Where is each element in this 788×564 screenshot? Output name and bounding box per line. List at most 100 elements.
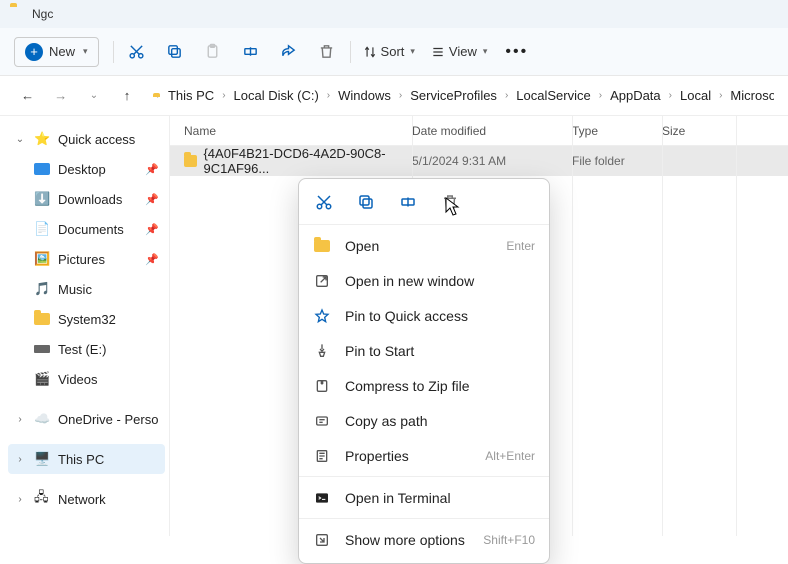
crumb[interactable]: ServiceProfiles <box>406 85 501 106</box>
address-bar[interactable]: › This PC› Local Disk (C:)› Windows› Ser… <box>153 85 774 106</box>
rename-button[interactable] <box>232 34 270 70</box>
nav-row: ← → ⌄ ↑ › This PC› Local Disk (C:)› Wind… <box>0 76 788 116</box>
new-label: New <box>49 44 75 59</box>
pin-icon: 📌 <box>145 193 159 206</box>
plus-icon: + <box>25 43 43 61</box>
sidebar-item-test-drive[interactable]: Test (E:) <box>8 334 165 364</box>
new-button[interactable]: + New ▾ <box>14 37 99 67</box>
sidebar-item-music[interactable]: 🎵Music <box>8 274 165 304</box>
documents-icon: 📄 <box>34 221 50 237</box>
sidebar: ⌄ ⭐ Quick access Desktop📌 ⬇️Downloads📌 📄… <box>0 116 170 536</box>
delete-icon[interactable] <box>439 191 461 213</box>
ctx-open-new-window[interactable]: Open in new window <box>299 263 549 298</box>
crumb[interactable]: AppData <box>606 85 665 106</box>
terminal-icon <box>313 489 331 507</box>
copy-button[interactable] <box>156 34 194 70</box>
chevron-down-icon: ▾ <box>410 46 415 57</box>
crumb[interactable]: Microsoft <box>726 85 774 106</box>
crumb[interactable]: LocalService <box>512 85 594 106</box>
chevron-right-icon[interactable]: › <box>14 494 26 505</box>
copy-icon[interactable] <box>355 191 377 213</box>
chevron-right-icon[interactable]: › <box>14 454 26 465</box>
sort-icon <box>363 45 377 59</box>
context-menu: OpenEnter Open in new window Pin to Quic… <box>298 178 550 564</box>
external-icon <box>313 272 331 290</box>
path-icon <box>313 412 331 430</box>
toolbar: + New ▾ Sort ▾ View ▾ ••• <box>0 28 788 76</box>
view-icon <box>431 45 445 59</box>
crumb[interactable]: Local Disk (C:) <box>230 85 323 106</box>
sidebar-item-this-pc[interactable]: ›🖥️This PC <box>8 444 165 474</box>
view-button[interactable]: View ▾ <box>423 44 495 59</box>
pc-icon: 🖥️ <box>34 451 50 467</box>
sidebar-item-onedrive[interactable]: ›☁️OneDrive - Personal <box>8 404 165 434</box>
ctx-show-more[interactable]: Show more optionsShift+F10 <box>299 522 549 557</box>
sidebar-item-quick-access[interactable]: ⌄ ⭐ Quick access <box>8 124 165 154</box>
rename-icon[interactable] <box>397 191 419 213</box>
ctx-pin-quick-access[interactable]: Pin to Quick access <box>299 298 549 333</box>
cloud-icon: ☁️ <box>34 411 50 427</box>
col-name[interactable]: Name <box>184 124 412 138</box>
cut-button[interactable] <box>118 34 156 70</box>
desktop-icon <box>34 163 50 175</box>
folder-icon <box>184 155 197 167</box>
ctx-properties[interactable]: PropertiesAlt+Enter <box>299 438 549 473</box>
sidebar-item-documents[interactable]: 📄Documents📌 <box>8 214 165 244</box>
sidebar-item-network[interactable]: ›🖧Network <box>8 484 165 514</box>
sidebar-item-system32[interactable]: System32 <box>8 304 165 334</box>
properties-icon <box>313 447 331 465</box>
ctx-copy-path[interactable]: Copy as path <box>299 403 549 438</box>
recent-chevron-icon[interactable]: ⌄ <box>80 81 107 111</box>
sidebar-item-desktop[interactable]: Desktop📌 <box>8 154 165 184</box>
file-type: File folder <box>572 154 662 168</box>
videos-icon: 🎬 <box>34 371 50 387</box>
chevron-down-icon: ▾ <box>83 46 88 57</box>
network-icon: 🖧 <box>34 491 50 507</box>
music-icon: 🎵 <box>34 281 50 297</box>
ctx-open[interactable]: OpenEnter <box>299 228 549 263</box>
col-size[interactable]: Size <box>662 124 722 138</box>
chevron-down-icon: ▾ <box>483 46 488 57</box>
ctx-open-terminal[interactable]: Open in Terminal <box>299 480 549 515</box>
pin-icon: 📌 <box>145 223 159 236</box>
sidebar-item-pictures[interactable]: 🖼️Pictures📌 <box>8 244 165 274</box>
pin-icon: 📌 <box>145 253 159 266</box>
folder-icon <box>34 311 50 327</box>
file-row[interactable]: {4A0F4B21-DCD6-4A2D-90C8-9C1AF96... 5/1/… <box>170 146 788 176</box>
chevron-right-icon[interactable]: › <box>14 414 26 425</box>
ctx-compress-zip[interactable]: Compress to Zip file <box>299 368 549 403</box>
sort-button[interactable]: Sort ▾ <box>355 44 423 59</box>
file-name: {4A0F4B21-DCD6-4A2D-90C8-9C1AF96... <box>203 146 412 176</box>
titlebar: Ngc <box>0 0 788 28</box>
crumb[interactable]: Windows <box>334 85 395 106</box>
ctx-pin-start[interactable]: Pin to Start <box>299 333 549 368</box>
pictures-icon: 🖼️ <box>34 251 50 267</box>
paste-button[interactable] <box>194 34 232 70</box>
sidebar-item-downloads[interactable]: ⬇️Downloads📌 <box>8 184 165 214</box>
zip-icon <box>313 377 331 395</box>
more-button[interactable]: ••• <box>495 43 538 61</box>
crumb[interactable]: Local <box>676 85 715 106</box>
pin-icon: 📌 <box>145 163 159 176</box>
up-button[interactable]: ↑ <box>113 81 140 111</box>
star-icon <box>313 307 331 325</box>
more-icon <box>313 531 331 549</box>
cursor-icon <box>445 197 461 217</box>
drive-icon <box>34 345 50 353</box>
col-type[interactable]: Type <box>572 124 662 138</box>
downloads-icon: ⬇️ <box>34 191 50 207</box>
file-date: 5/1/2024 9:31 AM <box>412 154 572 168</box>
crumb[interactable]: This PC <box>164 85 218 106</box>
chevron-down-icon[interactable]: ⌄ <box>14 134 26 145</box>
forward-button[interactable]: → <box>47 81 74 111</box>
back-button[interactable]: ← <box>14 81 41 111</box>
col-date[interactable]: Date modified <box>412 124 572 138</box>
share-button[interactable] <box>270 34 308 70</box>
folder-icon <box>10 6 26 22</box>
delete-button[interactable] <box>308 34 346 70</box>
cut-icon[interactable] <box>313 191 335 213</box>
sidebar-item-videos[interactable]: 🎬Videos <box>8 364 165 394</box>
pin-icon <box>313 342 331 360</box>
column-headers: Name Date modified Type Size <box>170 116 788 146</box>
folder-icon <box>313 237 331 255</box>
